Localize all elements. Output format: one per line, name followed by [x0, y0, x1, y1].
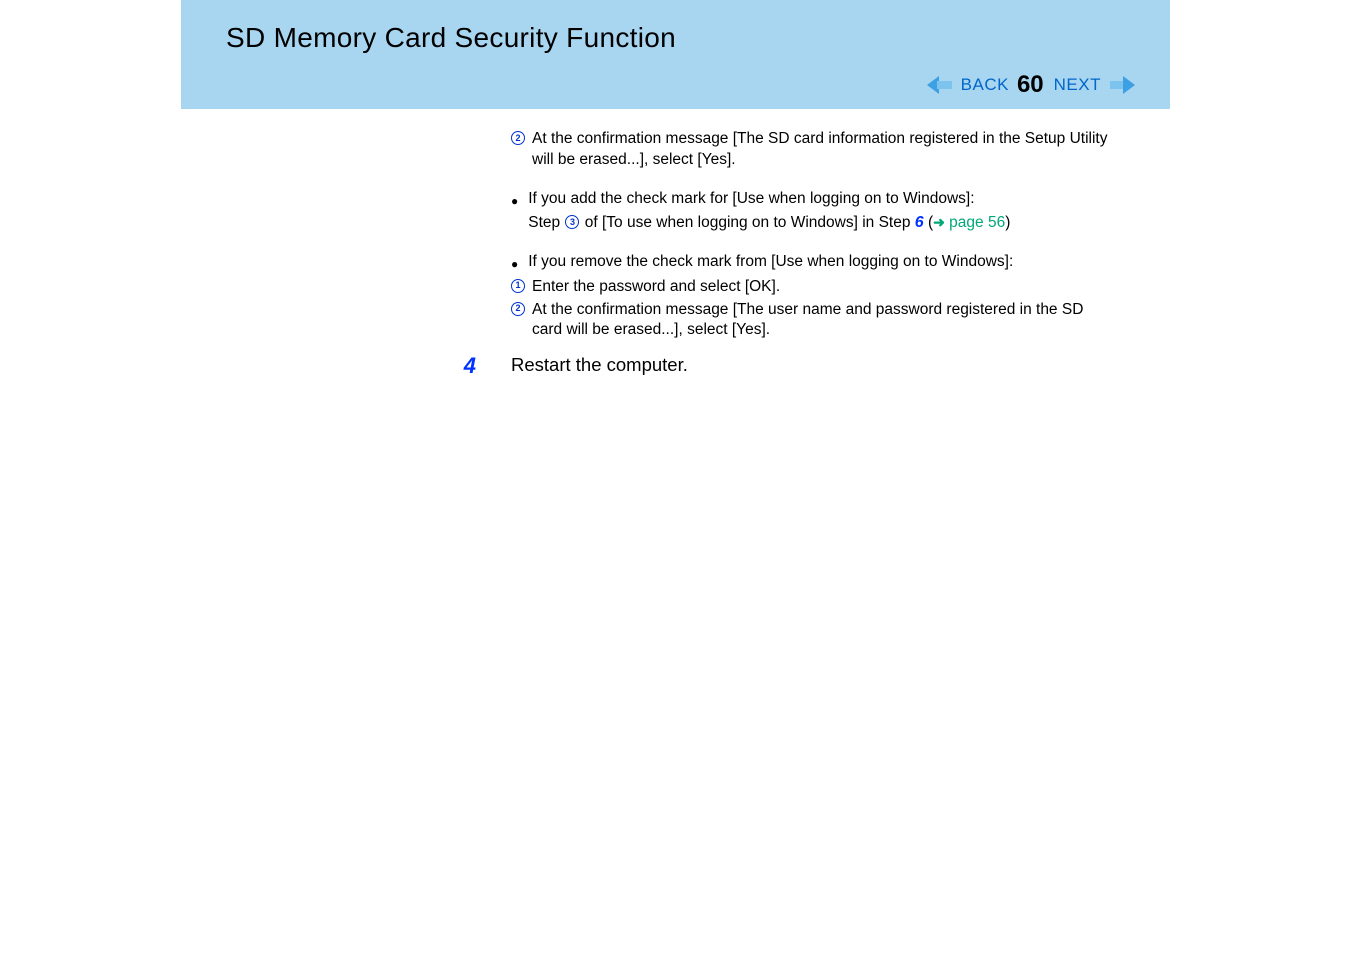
bullet-item: ● If you add the check mark for [Use whe…	[511, 189, 1110, 234]
step-text: Restart the computer.	[511, 354, 688, 375]
text-fragment: Step	[528, 214, 564, 231]
page-title: SD Memory Card Security Function	[226, 22, 1170, 54]
item-text: At the confirmation message [The SD card…	[532, 129, 1110, 171]
text-fragment: (	[924, 214, 933, 231]
back-link[interactable]: BACK	[961, 75, 1009, 95]
item-text: Enter the password and select [OK].	[532, 277, 780, 298]
page-content: 2 At the confirmation message [The SD ca…	[181, 109, 1170, 379]
circled-number-icon: 2	[511, 302, 525, 316]
text-fragment: of [To use when logging on to Windows] i…	[580, 214, 914, 231]
numbered-item: 1 Enter the password and select [OK].	[511, 277, 1110, 298]
item-text: At the confirmation message [The user na…	[532, 300, 1110, 342]
numbered-item: 2 At the confirmation message [The SD ca…	[511, 129, 1110, 171]
back-arrow-icon[interactable]	[927, 74, 955, 96]
link-arrow-icon: ➜	[933, 214, 945, 230]
document-page: SD Memory Card Security Function BACK 60…	[181, 0, 1170, 954]
bullet-item: ● If you remove the check mark from [Use…	[511, 252, 1110, 273]
step-reference: 6	[915, 214, 924, 231]
circled-number-icon: 2	[511, 131, 525, 145]
numbered-item: 2 At the confirmation message [The user …	[511, 300, 1110, 342]
bullet-icon: ●	[511, 193, 518, 209]
page-nav: BACK 60 NEXT	[927, 71, 1135, 99]
next-link[interactable]: NEXT	[1054, 75, 1101, 95]
page-link[interactable]: page 56	[945, 214, 1005, 231]
circled-number-icon: 3	[565, 215, 579, 229]
page-header: SD Memory Card Security Function BACK 60…	[181, 0, 1170, 109]
circled-number-icon: 1	[511, 279, 525, 293]
step-number: 4	[464, 353, 476, 378]
page-number: 60	[1017, 71, 1044, 99]
bullet-icon: ●	[511, 256, 518, 272]
bullet-text: If you remove the check mark from [Use w…	[528, 252, 1013, 273]
text-fragment: )	[1005, 214, 1010, 231]
next-arrow-icon[interactable]	[1107, 74, 1135, 96]
bullet-subtext: Step 3 of [To use when logging on to Win…	[528, 212, 1010, 234]
bullet-text: If you add the check mark for [Use when …	[528, 189, 1010, 210]
